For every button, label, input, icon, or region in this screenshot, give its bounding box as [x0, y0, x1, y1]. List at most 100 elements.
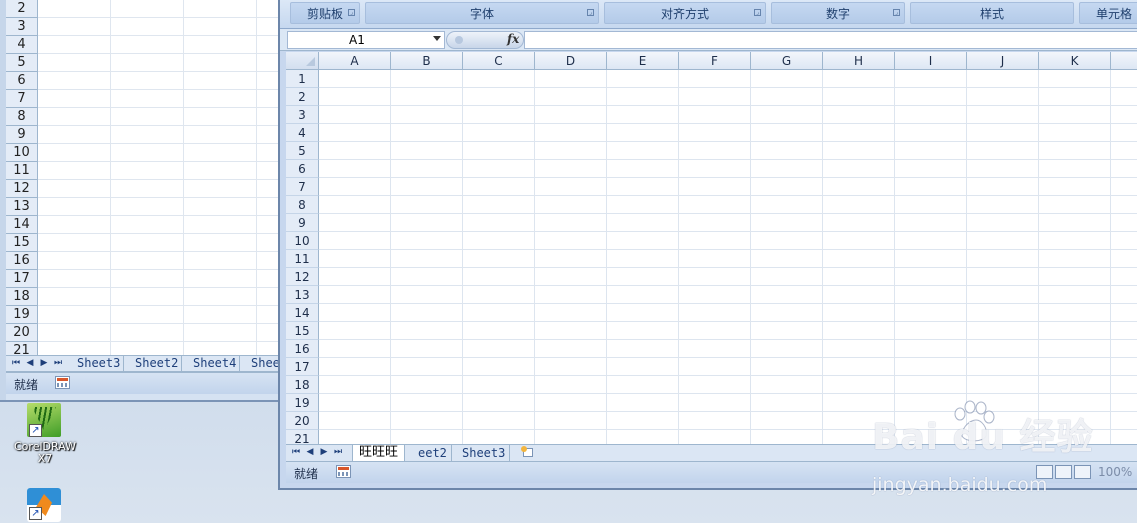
macro-record-icon[interactable] [336, 465, 351, 478]
column-header[interactable]: F [679, 52, 751, 70]
row-header[interactable]: 9 [6, 126, 38, 144]
column-header[interactable] [1111, 52, 1137, 70]
row-header[interactable]: 2 [6, 0, 38, 18]
row-header[interactable]: 1 [286, 70, 319, 88]
page-break-view-icon[interactable] [1074, 465, 1091, 479]
cell-row[interactable] [38, 0, 282, 18]
cell-row[interactable] [38, 306, 282, 324]
cells-area[interactable] [319, 70, 1137, 444]
row-header[interactable]: 17 [286, 358, 319, 376]
row-header[interactable]: 13 [6, 198, 38, 216]
select-all-button[interactable] [286, 52, 319, 70]
row-header[interactable]: 15 [6, 234, 38, 252]
row-header[interactable]: 9 [286, 214, 319, 232]
dialog-launcher-icon[interactable]: ⌟ [893, 9, 900, 16]
expand-handle-icon[interactable] [455, 36, 463, 44]
row-header[interactable]: 3 [286, 106, 319, 124]
row-header[interactable]: 17 [6, 270, 38, 288]
column-header[interactable]: C [463, 52, 535, 70]
cell-row[interactable] [38, 342, 282, 356]
dialog-launcher-icon[interactable]: ⌟ [348, 9, 355, 16]
column-header[interactable]: I [895, 52, 967, 70]
row-header[interactable]: 20 [6, 324, 38, 342]
ribbon-group-number[interactable]: 数字 ⌟ [771, 2, 905, 24]
ribbon-group-styles[interactable]: 样式 [910, 2, 1074, 24]
background-tab-sheet3[interactable]: Sheet3 [74, 356, 125, 371]
column-header[interactable]: A [319, 52, 391, 70]
next-sheet-icon[interactable]: ▶ [318, 447, 330, 458]
column-header[interactable]: E [607, 52, 679, 70]
row-header[interactable]: 10 [6, 144, 38, 162]
row-header[interactable]: 7 [286, 178, 319, 196]
prev-sheet-icon[interactable]: ◀ [304, 447, 316, 458]
cell-row[interactable] [38, 180, 282, 198]
chevron-down-icon[interactable] [433, 36, 441, 41]
ribbon-group-clipboard[interactable]: 剪贴板 ⌟ [290, 2, 360, 24]
cell-row[interactable] [38, 270, 282, 288]
cell-row[interactable] [38, 126, 282, 144]
cell-row[interactable] [38, 108, 282, 126]
cell-row[interactable] [38, 18, 282, 36]
prev-sheet-icon[interactable]: ◀ [24, 358, 36, 369]
background-excel-window[interactable]: 2 3 4 5 6 7 8 9 10 11 12 13 14 15 16 17 18 19 20 21 ⏮ ◀ ▶ ⏭… [0, 0, 284, 402]
first-sheet-icon[interactable]: ⏮ [10, 358, 22, 369]
cell-row[interactable] [38, 90, 282, 108]
last-sheet-icon[interactable]: ⏭ [332, 447, 344, 458]
row-header[interactable]: 14 [6, 216, 38, 234]
row-header[interactable]: 18 [286, 376, 319, 394]
row-header[interactable]: 12 [6, 180, 38, 198]
row-header[interactable]: 11 [6, 162, 38, 180]
row-header[interactable]: 8 [286, 196, 319, 214]
column-header[interactable]: D [535, 52, 607, 70]
background-tab-sheet4[interactable]: Sheet4 [190, 356, 241, 371]
row-header[interactable]: 12 [286, 268, 319, 286]
cell-row[interactable] [38, 234, 282, 252]
row-header[interactable]: 13 [286, 286, 319, 304]
row-header[interactable]: 8 [6, 108, 38, 126]
column-header[interactable]: K [1039, 52, 1111, 70]
column-header[interactable]: B [391, 52, 463, 70]
row-header[interactable]: 5 [6, 54, 38, 72]
cell-row[interactable] [38, 36, 282, 54]
next-sheet-icon[interactable]: ▶ [38, 358, 50, 369]
row-header[interactable]: 21 [286, 430, 319, 444]
row-header[interactable]: 3 [6, 18, 38, 36]
row-header[interactable]: 15 [286, 322, 319, 340]
dialog-launcher-icon[interactable]: ⌟ [754, 9, 761, 16]
page-layout-view-icon[interactable] [1055, 465, 1072, 479]
row-header[interactable]: 16 [6, 252, 38, 270]
cell-row[interactable] [38, 288, 282, 306]
column-header[interactable]: G [751, 52, 823, 70]
cell-row[interactable] [38, 54, 282, 72]
row-header[interactable]: 4 [286, 124, 319, 142]
row-header[interactable]: 18 [6, 288, 38, 306]
formula-input[interactable] [524, 31, 1137, 49]
insert-sheet-icon[interactable] [520, 446, 536, 459]
insert-function-icon[interactable]: fx [507, 32, 519, 46]
row-header[interactable]: 10 [286, 232, 319, 250]
ribbon-group-alignment[interactable]: 对齐方式 ⌟ [604, 2, 766, 24]
cell-row[interactable] [38, 216, 282, 234]
row-header[interactable]: 19 [6, 306, 38, 324]
row-header[interactable]: 6 [6, 72, 38, 90]
ribbon-group-font[interactable]: 字体 ⌟ [365, 2, 599, 24]
row-header[interactable]: 14 [286, 304, 319, 322]
row-header[interactable]: 21 [6, 342, 38, 356]
cell-row[interactable] [38, 324, 282, 342]
coreldraw-label[interactable]: CorelDRAW X7 [4, 441, 86, 465]
first-sheet-icon[interactable]: ⏮ [290, 447, 302, 458]
cell-row[interactable] [38, 198, 282, 216]
row-header[interactable]: 19 [286, 394, 319, 412]
row-header[interactable]: 5 [286, 142, 319, 160]
row-header[interactable]: 11 [286, 250, 319, 268]
row-header[interactable]: 4 [6, 36, 38, 54]
tab-sheet3[interactable]: Sheet3 [458, 445, 511, 461]
row-header[interactable]: 7 [6, 90, 38, 108]
ribbon-group-cells[interactable]: 单元格 [1079, 2, 1137, 24]
row-header[interactable]: 6 [286, 160, 319, 178]
background-tab-sheet2[interactable]: Sheet2 [132, 356, 183, 371]
dialog-launcher-icon[interactable]: ⌟ [587, 9, 594, 16]
cell-row[interactable] [38, 252, 282, 270]
tab-active-sheet[interactable]: 旺旺旺 [352, 445, 406, 461]
name-box[interactable]: A1 [287, 31, 445, 49]
